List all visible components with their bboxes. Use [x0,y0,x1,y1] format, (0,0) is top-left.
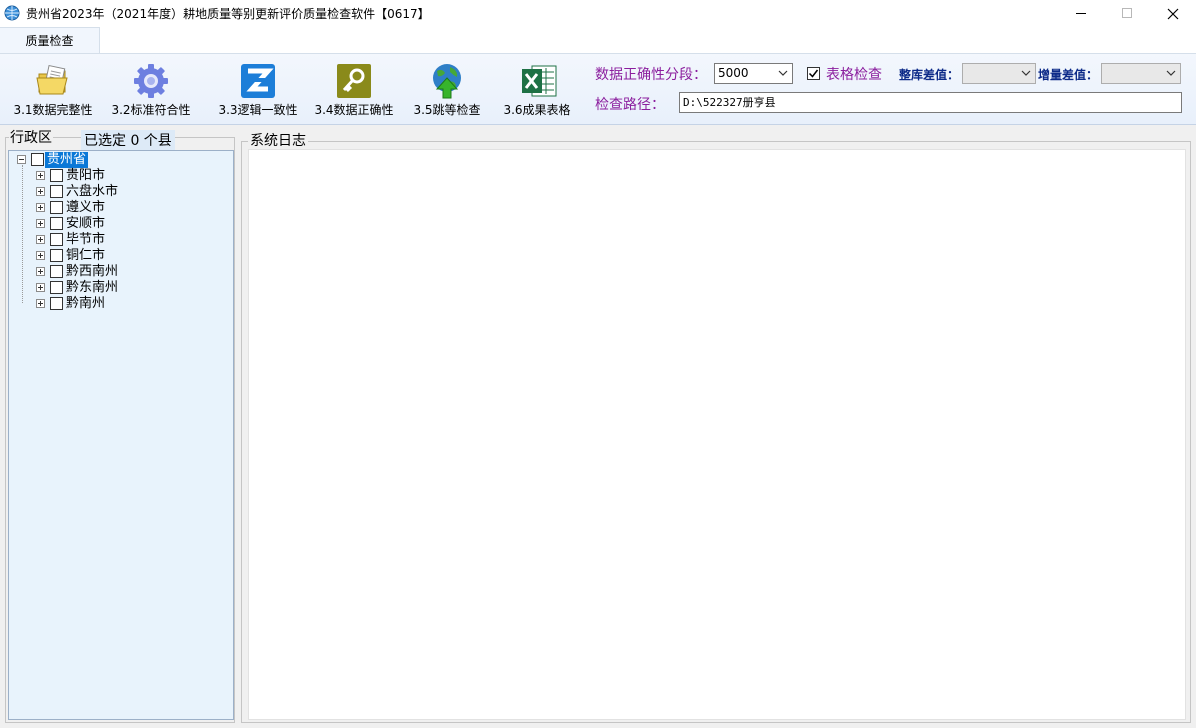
data-accuracy-label: 3.4数据正确性 [314,103,394,117]
minimize-icon [1075,13,1086,14]
expand-icon[interactable] [36,219,45,228]
system-log-area[interactable] [248,149,1186,720]
table-check-label: 表格检查 [826,67,882,83]
tree-connector-line [22,165,23,303]
tree-node-label: 贵州省 [45,152,89,168]
accuracy-segment-label: 数据正确性分段： [595,67,707,83]
expand-icon[interactable] [36,251,45,260]
maximize-button[interactable] [1104,0,1150,27]
ribbon-panel: 3.1数据完整性 3.2标准符合性 3.3逻辑一致性 3.4数据正确性 3.5跳… [0,53,1196,125]
system-log-title: 系统日志 [248,130,308,150]
folder-document-icon [36,64,68,95]
tree-checkbox[interactable] [50,201,63,214]
selected-county-count: 已选定 0 个县 [81,130,175,150]
tree-node-city[interactable]: 六盘水市 [36,184,216,200]
chevron-down-icon [1166,70,1176,76]
skip-grade-check-label: 3.5跳等检查 [413,103,481,117]
tree-checkbox[interactable] [50,185,63,198]
tree-checkbox[interactable] [50,169,63,182]
accuracy-segment-value: 5000 [718,66,749,80]
tree-node-city[interactable]: 贵阳市 [36,168,216,184]
incr-diff-select[interactable] [1101,63,1181,84]
data-accuracy-button[interactable]: 3.4数据正确性 [309,54,399,124]
expand-icon[interactable] [36,187,45,196]
chevron-down-icon [1021,70,1031,76]
tree-node-label: 毕节市 [66,232,106,247]
checkmark-icon [808,69,819,78]
tree-checkbox[interactable] [50,249,63,262]
tree-node-label: 铜仁市 [66,248,106,263]
tree-node-label: 黔东南州 [66,280,119,295]
region-tree: 贵州省 贵阳市 六盘水市 遵义市 安顺市 毕节市 铜仁市 黔西南州 黔东南州 黔… [8,150,234,720]
tree-node-city[interactable]: 毕节市 [36,232,216,248]
maximize-icon [1121,8,1132,18]
key-icon [337,64,371,98]
expand-icon[interactable] [36,203,45,212]
window-title: 贵州省2023年（2021年度）耕地质量等别更新评价质量检查软件【0617】 [26,7,430,21]
expand-icon[interactable] [36,283,45,292]
logic-consistency-button[interactable]: 3.3逻辑一致性 [213,54,303,124]
tree-node-label: 六盘水市 [66,184,119,199]
app-globe-icon [4,5,20,21]
close-button[interactable] [1150,0,1196,27]
globe-upload-icon [433,64,461,99]
tree-node-label: 贵阳市 [66,168,106,183]
tree-node-city[interactable]: 安顺市 [36,216,216,232]
tree-node-city[interactable]: 遵义市 [36,200,216,216]
tree-node-label: 遵义市 [66,200,106,215]
data-completeness-label: 3.1数据完整性 [13,103,93,117]
tree-checkbox[interactable] [31,153,44,166]
tree-checkbox[interactable] [50,281,63,294]
expand-icon[interactable] [36,171,45,180]
tree-node-city[interactable]: 黔西南州 [36,264,216,280]
incr-diff-label: 增量差值： [1038,68,1099,82]
table-check-checkbox[interactable] [807,67,820,80]
whole-diff-select[interactable] [962,63,1036,84]
standard-conformance-button[interactable]: 3.2标准符合性 [106,54,196,124]
expand-icon[interactable] [36,267,45,276]
tree-checkbox[interactable] [50,265,63,278]
minimize-button[interactable] [1058,0,1104,27]
region-group-title: 行政区 [9,127,53,147]
title-bar: 贵州省2023年（2021年度）耕地质量等别更新评价质量检查软件【0617】 [0,0,1196,27]
close-icon [1167,8,1179,19]
standard-conformance-label: 3.2标准符合性 [111,103,191,117]
z-logic-icon [241,64,275,98]
tree-node-city[interactable]: 黔南州 [36,296,216,312]
tree-checkbox[interactable] [50,217,63,230]
tab-quality-check[interactable]: 质量检查 [0,27,100,55]
whole-diff-label: 整库差值： [899,68,960,82]
tree-node-label: 安顺市 [66,216,106,231]
expand-icon[interactable] [36,299,45,308]
excel-icon [522,65,557,97]
accuracy-segment-select[interactable]: 5000 [714,63,793,84]
logic-consistency-label: 3.3逻辑一致性 [218,103,298,117]
skip-grade-check-button[interactable]: 3.5跳等检查 [402,54,492,124]
gear-icon [134,64,168,98]
ribbon-tabstrip: 质量检查 [0,27,1196,55]
chevron-down-icon [778,70,788,76]
result-tables-button[interactable]: 3.6成果表格 [492,54,582,124]
data-completeness-button[interactable]: 3.1数据完整性 [8,54,98,124]
collapse-icon[interactable] [17,155,26,164]
tree-node-label: 黔南州 [66,296,106,311]
tree-node-label: 黔西南州 [66,264,119,279]
tree-checkbox[interactable] [50,297,63,310]
check-path-input[interactable]: D:\522327册亨县 [679,92,1182,113]
tree-node-guizhou[interactable]: 贵州省 [17,152,217,168]
tree-node-city[interactable]: 黔东南州 [36,280,216,296]
check-path-label: 检查路径： [595,97,665,113]
expand-icon[interactable] [36,235,45,244]
tree-node-city[interactable]: 铜仁市 [36,248,216,264]
result-tables-label: 3.6成果表格 [503,103,571,117]
tree-checkbox[interactable] [50,233,63,246]
